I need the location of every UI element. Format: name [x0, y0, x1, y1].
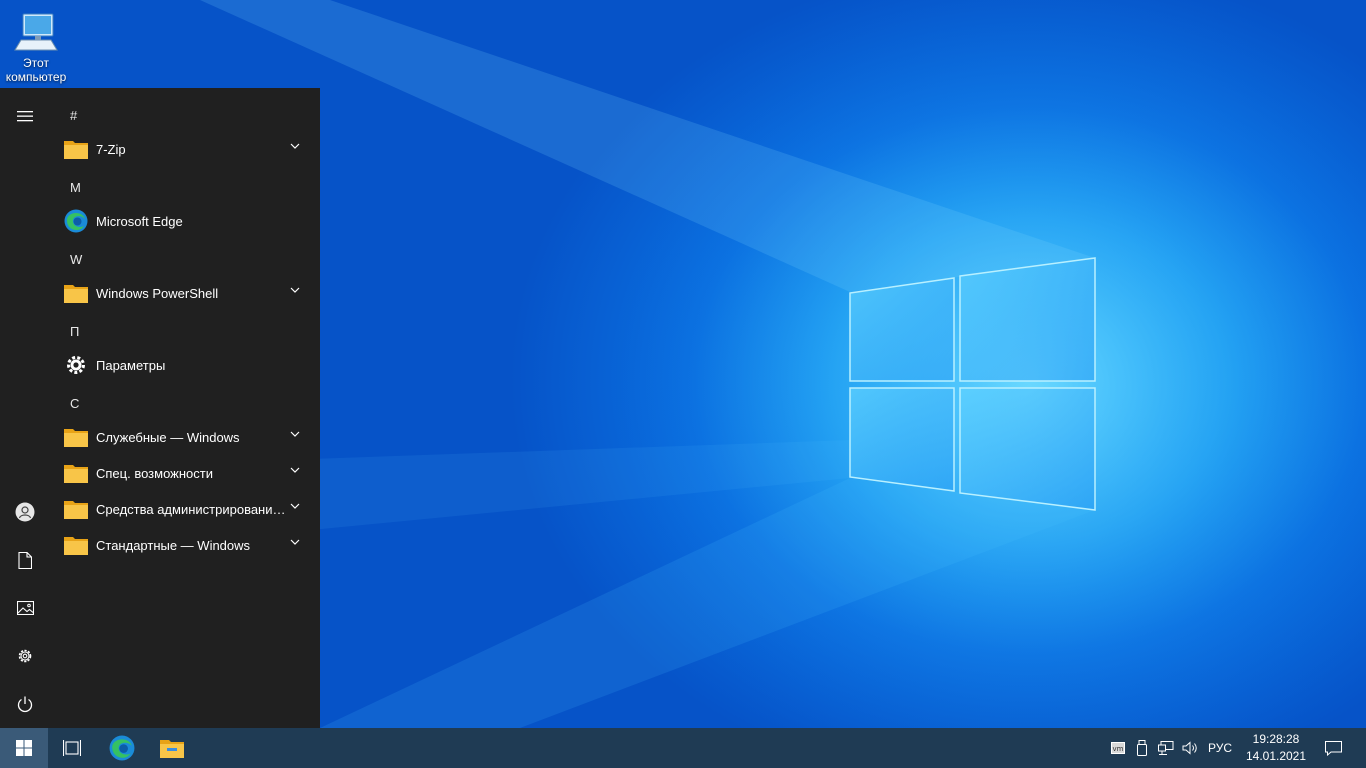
app-item-windows-powershell[interactable]: Windows PowerShell: [50, 275, 312, 311]
taskbar-file-explorer-button[interactable]: [148, 728, 196, 768]
chevron-down-icon[interactable]: [290, 287, 300, 293]
app-item-accessories[interactable]: Стандартные — Windows: [50, 527, 312, 563]
app-label: Служебные — Windows: [96, 429, 240, 445]
folder-icon: [64, 537, 88, 555]
settings-button[interactable]: [0, 632, 50, 680]
app-label: Microsoft Edge: [96, 213, 183, 229]
tray-volume[interactable]: [1178, 728, 1202, 768]
clock-date: 14.01.2021: [1245, 749, 1307, 763]
folder-icon: [64, 285, 88, 303]
settings-gear-icon: [18, 649, 32, 663]
power-icon: [17, 696, 33, 712]
letter-header[interactable]: С: [70, 396, 79, 411]
taskbar-clock[interactable]: 19:28:28 14.01.2021: [1238, 731, 1314, 765]
logo-pane-top-left: [849, 277, 955, 382]
clock-time: 19:28:28: [1252, 732, 1300, 746]
tray-network[interactable]: [1154, 728, 1178, 768]
start-menu-rail: [0, 88, 50, 728]
chevron-down-icon[interactable]: [290, 431, 300, 437]
computer-icon: [14, 13, 58, 51]
edge-icon: [64, 209, 88, 233]
app-list: # 7-Zip M Microsoft Edge W Windows Power…: [50, 88, 320, 728]
letter-header[interactable]: #: [70, 108, 77, 123]
app-label: Windows PowerShell: [96, 285, 219, 301]
app-label: Спец. возможности: [96, 465, 213, 481]
usb-device-icon: [1137, 740, 1147, 756]
taskbar-edge-button[interactable]: [98, 728, 146, 768]
expand-menu-button[interactable]: [0, 92, 50, 140]
volume-icon: [1182, 741, 1197, 755]
app-label: Параметры: [96, 357, 166, 373]
letter-header[interactable]: W: [70, 252, 82, 267]
start-menu: # 7-Zip M Microsoft Edge W Windows Power…: [0, 88, 320, 728]
file-explorer-icon: [160, 740, 184, 758]
folder-icon: [64, 465, 88, 483]
user-account-icon: [15, 502, 35, 522]
start-button[interactable]: [0, 728, 48, 768]
action-center-icon: [1324, 740, 1342, 756]
pictures-icon: [16, 601, 34, 615]
power-button[interactable]: [0, 680, 50, 728]
app-label: 7-Zip: [96, 141, 126, 157]
app-item-microsoft-edge[interactable]: Microsoft Edge: [50, 203, 312, 239]
chevron-down-icon[interactable]: [290, 539, 300, 545]
app-label: Стандартные — Windows: [96, 537, 251, 553]
task-view-icon: [63, 740, 81, 756]
app-item-admin-tools[interactable]: Средства администрирования W...: [50, 491, 312, 527]
folder-icon: [64, 429, 88, 447]
folder-icon: [64, 501, 88, 519]
action-center-button[interactable]: [1321, 728, 1345, 768]
desktop-icon-this-pc[interactable]: Этот компьютер: [2, 8, 70, 84]
hamburger-menu-icon: [17, 111, 33, 122]
task-view-button[interactable]: [48, 728, 96, 768]
logo-pane-top-right: [959, 257, 1096, 382]
edge-icon: [109, 735, 135, 761]
documents-icon: [18, 551, 32, 569]
app-item-accessibility[interactable]: Спец. возможности: [50, 455, 312, 491]
windows-start-icon: [16, 740, 32, 756]
chevron-down-icon[interactable]: [290, 503, 300, 509]
pictures-button[interactable]: [0, 584, 50, 632]
app-item-system-tools[interactable]: Служебные — Windows: [50, 419, 312, 455]
vmware-tools-icon: vm: [1111, 742, 1125, 754]
taskbar: vm РУС 19:28:28 14.01.2021: [0, 728, 1366, 768]
settings-gear-icon: [67, 356, 85, 374]
svg-text:vm: vm: [1113, 745, 1124, 753]
chevron-down-icon[interactable]: [290, 467, 300, 473]
letter-header[interactable]: П: [70, 324, 79, 339]
desktop-icon-label-line2: компьютер: [5, 70, 67, 84]
tray-vmware-tools[interactable]: vm: [1106, 728, 1130, 768]
app-item-settings[interactable]: Параметры: [50, 347, 312, 383]
folder-icon: [64, 141, 88, 159]
user-account-button[interactable]: [0, 488, 50, 536]
network-icon: [1158, 741, 1174, 755]
chevron-down-icon[interactable]: [290, 143, 300, 149]
letter-header[interactable]: M: [70, 180, 81, 195]
desktop-icon-label-line1: Этот: [23, 56, 49, 70]
tray-usb-device[interactable]: [1130, 728, 1154, 768]
app-item-7zip[interactable]: 7-Zip: [50, 131, 312, 167]
documents-button[interactable]: [0, 536, 50, 584]
app-label: Средства администрирования W...: [96, 501, 286, 517]
logo-pane-bottom-right: [959, 387, 1096, 511]
input-language-indicator[interactable]: РУС: [1208, 728, 1232, 768]
logo-pane-bottom-left: [849, 387, 955, 492]
